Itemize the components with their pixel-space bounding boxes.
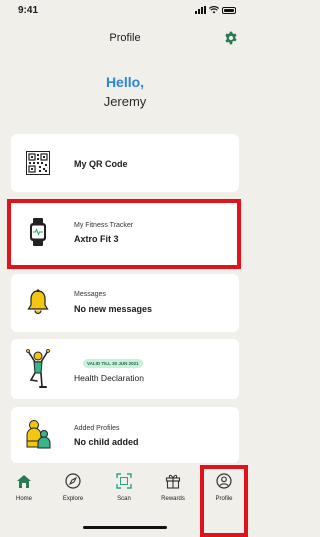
qr-code-label: My QR Code — [74, 159, 128, 169]
validity-badge: VALID TILL 30 JUN 2021 — [83, 359, 143, 368]
bell-icon — [25, 287, 51, 317]
gift-icon — [165, 474, 181, 489]
profiles-status: No child added — [74, 437, 139, 447]
tab-explore[interactable]: Explore — [51, 472, 95, 502]
greeting-name: Jeremy — [103, 94, 147, 109]
highlight-box — [7, 199, 241, 269]
family-icon — [25, 419, 51, 449]
tab-scan-label: Scan — [117, 496, 131, 502]
profiles-subtitle: Added Profiles — [74, 425, 120, 432]
status-time: 9:41 — [18, 5, 39, 16]
system-icons — [195, 6, 236, 14]
qr-code-card[interactable]: My QR Code — [11, 134, 239, 192]
messages-card[interactable]: Messages No new messages — [11, 274, 239, 332]
gear-icon[interactable] — [224, 31, 238, 45]
exercise-person-icon — [23, 349, 53, 389]
page-title: Profile — [109, 32, 141, 44]
wifi-icon — [209, 6, 219, 14]
health-declaration-card[interactable]: VALID TILL 30 JUN 2021 Health Declaratio… — [11, 339, 239, 399]
tab-scan[interactable]: Scan — [102, 472, 146, 502]
messages-status: No new messages — [74, 304, 153, 314]
compass-icon — [65, 473, 81, 489]
scan-icon — [116, 473, 132, 489]
qr-code-icon — [25, 148, 51, 178]
greeting-hello: Hello, — [105, 74, 145, 90]
messages-subtitle: Messages — [74, 291, 106, 298]
status-bar: 9:41 — [0, 0, 250, 22]
health-declaration-label: Health Declaration — [74, 373, 144, 383]
home-indicator — [83, 526, 167, 529]
tab-explore-label: Explore — [62, 496, 84, 502]
tab-home-label: Home — [15, 496, 32, 502]
tab-home[interactable]: Home — [2, 472, 46, 502]
battery-icon — [222, 6, 236, 14]
signal-icon — [195, 6, 206, 14]
added-profiles-card[interactable]: Added Profiles No child added — [11, 407, 239, 463]
tab-rewards[interactable]: Rewards — [151, 472, 195, 502]
tab-rewards-label: Rewards — [161, 496, 185, 502]
profile-tab-highlight-box — [200, 465, 248, 537]
home-icon — [17, 474, 31, 488]
